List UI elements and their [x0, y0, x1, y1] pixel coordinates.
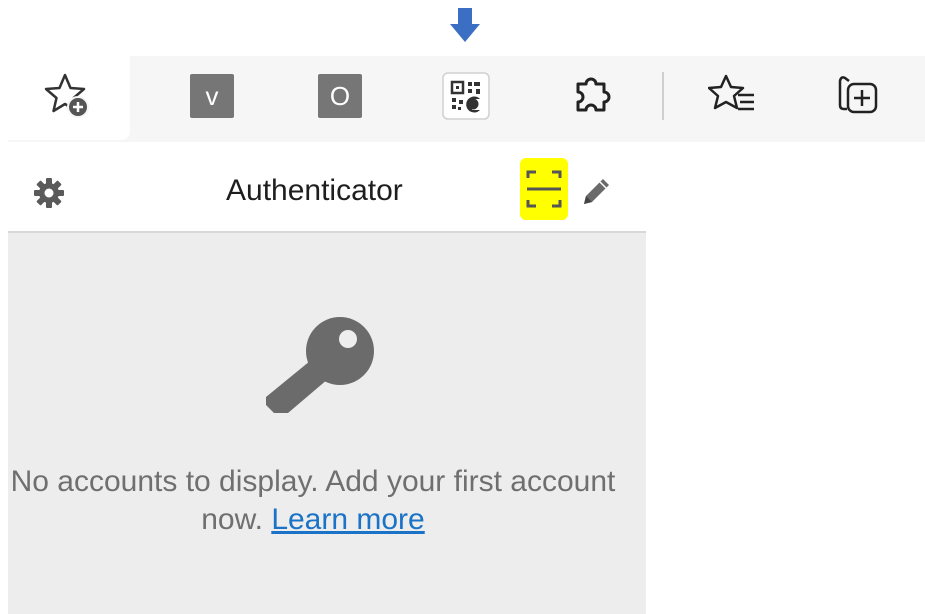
gear-icon	[34, 178, 64, 208]
add-favorite-button[interactable]	[38, 66, 98, 126]
authenticator-extension-button[interactable]	[436, 66, 496, 126]
extension-v-button[interactable]: v	[182, 66, 242, 126]
qr-code-icon	[442, 72, 490, 120]
popup-header: Authenticator	[8, 142, 646, 232]
scan-qr-icon	[526, 170, 562, 208]
extension-o-label: O	[329, 81, 351, 111]
annotation-arrow-icon	[450, 8, 480, 42]
accounts-empty-state: No accounts to display. Add your first a…	[8, 233, 646, 614]
scan-qr-button[interactable]	[520, 158, 568, 220]
key-icon	[266, 317, 374, 413]
page-title: Authenticator	[226, 174, 403, 207]
puzzle-icon	[576, 77, 611, 112]
extension-o-button[interactable]: O	[310, 66, 370, 126]
favorites-list-icon	[708, 74, 754, 111]
collections-button[interactable]	[830, 66, 890, 126]
learn-more-link[interactable]: Learn more	[271, 503, 424, 536]
empty-state-message: No accounts to display. Add your first a…	[8, 463, 618, 539]
extension-o-icon: O	[318, 74, 362, 118]
edit-button[interactable]	[576, 172, 616, 212]
collections-add-icon	[838, 76, 878, 114]
settings-button[interactable]	[32, 176, 66, 210]
extension-v-label: v	[205, 81, 219, 111]
browser-toolbar: v O	[8, 56, 925, 142]
toolbar-divider	[662, 72, 664, 120]
favorites-button[interactable]	[703, 66, 763, 126]
extensions-button[interactable]	[562, 66, 622, 126]
pencil-icon	[584, 179, 609, 204]
star-add-icon	[44, 73, 89, 118]
extension-v-icon: v	[190, 74, 234, 118]
